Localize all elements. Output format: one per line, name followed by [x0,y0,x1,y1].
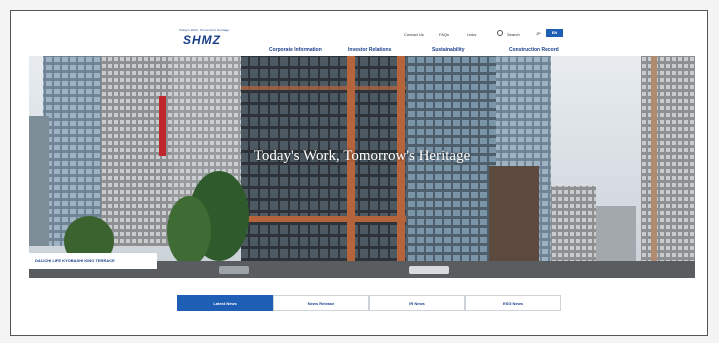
tab-latest-news[interactable]: Latest News [177,295,273,311]
logo-tagline: Today's Work, Tomorrow's Heritage [179,28,230,32]
brown-building [489,166,539,266]
lang-en-button[interactable]: EN [546,29,563,37]
news-tabs: Latest News News Release IR News ESG New… [177,295,561,311]
logo[interactable]: SHMZ [183,33,221,47]
links-link[interactable]: Links [467,32,476,37]
hero-photo [29,56,695,278]
nav-sustainability[interactable]: Sustainability [432,47,465,53]
hero-banner[interactable]: Today's Work, Tomorrow's Heritage DAI-IC… [29,56,695,278]
nav-corporate-information[interactable]: Corporate Information [269,47,322,53]
building-caption[interactable]: DAI-ICHI LIFE KYOBASHI KINO TERRACE [29,253,157,269]
tab-esg-news[interactable]: ESG News [465,295,561,311]
search-link[interactable]: Search [507,32,520,37]
far-left-building [29,116,49,246]
tower-band [241,216,406,222]
tower-band [241,86,406,90]
red-sign [159,96,166,156]
search-icon[interactable] [497,30,503,36]
hero-title: Today's Work, Tomorrow's Heritage [253,148,471,164]
right-building-column [651,56,657,278]
car [219,266,249,274]
lang-jp-button[interactable]: JP [536,31,541,36]
faqs-link[interactable]: FAQs [439,32,449,37]
lower-building [551,186,596,266]
nav-construction-record[interactable]: Construction Record [509,47,559,53]
lower-building-2 [596,206,636,266]
nav-investor-relations[interactable]: Investor Relations [348,47,391,53]
tab-news-release[interactable]: News Release [273,295,369,311]
car [409,266,449,274]
right-building [641,56,695,278]
contact-us-link[interactable]: Contact Us [404,32,424,37]
tab-ir-news[interactable]: IR News [369,295,465,311]
tree [167,196,211,266]
page: Today's Work, Tomorrow's Heritage SHMZ C… [10,10,708,336]
